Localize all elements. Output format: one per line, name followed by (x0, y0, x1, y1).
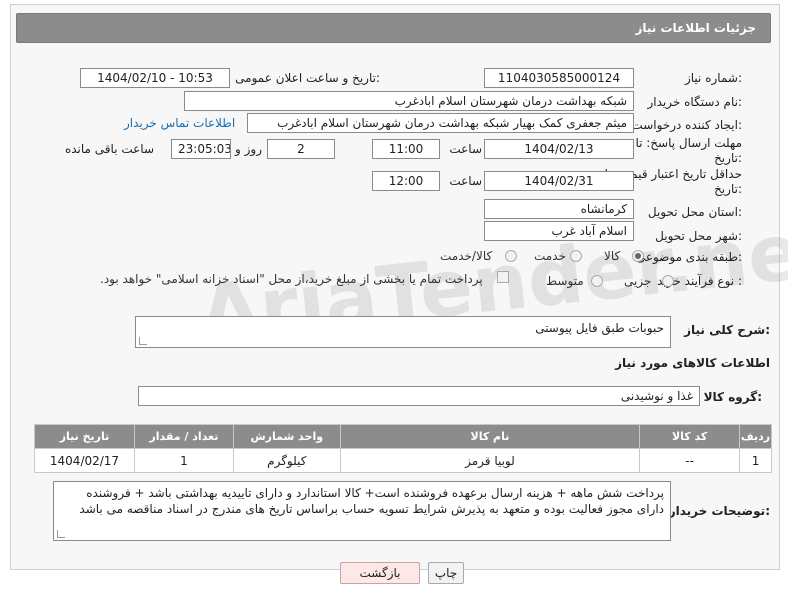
cell-need-date: 1404/02/17 (34, 448, 135, 473)
treasury-payment-note: پرداخت تمام یا بخشی از مبلغ خرید،از محل … (100, 272, 483, 286)
col-header-unit: واحد شمارش (232, 424, 341, 449)
process-radio-medium[interactable] (591, 275, 603, 287)
buyer-notes-text: پرداخت شش ماهه + هزینه ارسال برعهده فروش… (79, 486, 664, 516)
cell-row-number: 1 (739, 448, 772, 473)
goods-group-label: گروه کالا: (703, 390, 762, 404)
buyer-org-label: نام دستگاه خریدار: (647, 95, 743, 109)
category-option-goods: کالا (604, 249, 621, 263)
category-radio-service[interactable] (570, 250, 582, 262)
category-option-service: خدمت (534, 249, 566, 263)
announce-field: 1404/02/10 - 10:53 (80, 68, 230, 88)
goods-group-field: غذا و نوشیدنی (138, 386, 700, 406)
days-label: روز و (235, 142, 262, 156)
city-field: اسلام آباد غرب (484, 221, 634, 241)
creator-label: ایجاد کننده درخواست: (631, 118, 742, 132)
print-button[interactable]: چاپ (428, 562, 464, 584)
goods-section-title: اطلاعات کالاهای مورد نیاز (615, 356, 770, 370)
description-textarea: حبوبات طبق فایل پیوستی (135, 316, 671, 348)
price-date-field: 1404/02/31 (484, 171, 634, 191)
header-bar: جزئیات اطلاعات نیاز (16, 13, 771, 43)
province-field: کرمانشاه (484, 199, 634, 219)
category-label: طبقه بندی موضوعی: (635, 250, 742, 264)
need-number-label: شماره نیاز: (684, 71, 742, 85)
creator-field: میثم جعفری کمک بهیار شبکه بهداشت درمان ش… (247, 113, 634, 133)
page-title: جزئیات اطلاعات نیاز (635, 21, 756, 35)
col-header-item-code: کد کالا (639, 424, 741, 449)
cell-item-code: -- (639, 448, 741, 473)
process-option-minor: جزیی (624, 274, 652, 288)
process-radio-minor[interactable] (662, 275, 674, 287)
resize-handle-icon[interactable] (139, 337, 147, 345)
cell-item-name: لوبیا قرمز (339, 448, 641, 473)
table-header-row: ردیف کد کالا نام کالا واحد شمارش تعداد /… (34, 424, 772, 449)
city-label: شهر محل تحویل: (655, 229, 742, 243)
category-radio-goods[interactable] (632, 250, 644, 262)
resize-handle-icon[interactable] (57, 530, 65, 538)
cell-quantity: 1 (133, 448, 234, 473)
price-time-label: ساعت (449, 174, 482, 188)
table-row: 1 -- لوبیا قرمز کیلوگرم 1 1404/02/17 (34, 448, 772, 473)
col-header-item-name: نام کالا (339, 424, 641, 449)
price-time-field: 12:00 (372, 171, 440, 191)
description-label: شرح کلی نیاز: (684, 323, 770, 337)
description-text: حبوبات طبق فایل پیوستی (535, 321, 664, 335)
deadline-time-label: ساعت (449, 142, 482, 156)
deadline-date-field: 1404/02/13 (484, 139, 634, 159)
buyer-notes-label: توضیحات خریدار: (668, 504, 770, 518)
buyer-org-field: شبکه بهداشت درمان شهرستان اسلام ابادغرب (184, 91, 634, 111)
remaining-label: ساعت باقی مانده (64, 142, 154, 156)
treasury-checkbox[interactable] (497, 271, 509, 283)
category-option-both: کالا/خدمت (440, 249, 493, 263)
deadline-time-field: 11:00 (372, 139, 440, 159)
days-field: 2 (267, 139, 335, 159)
province-label: استان محل تحویل: (647, 205, 742, 219)
remaining-time-field: 23:05:03 (171, 139, 231, 159)
cell-unit: کیلوگرم (232, 448, 341, 473)
col-header-need-date: تاریخ نیاز (34, 424, 135, 449)
announce-label: تاریخ و ساعت اعلان عمومی: (235, 71, 380, 85)
buyer-notes-textarea: پرداخت شش ماهه + هزینه ارسال برعهده فروش… (53, 481, 671, 541)
col-header-quantity: تعداد / مقدار (133, 424, 234, 449)
need-number-field: 1104030585000124 (484, 68, 634, 88)
deadline-label: مهلت ارسال پاسخ: تا تاریخ: (635, 136, 742, 165)
goods-table: ردیف کد کالا نام کالا واحد شمارش تعداد /… (34, 424, 772, 473)
contact-buyer-link[interactable]: اطلاعات تماس خریدار (124, 116, 235, 130)
col-header-row-number: ردیف (739, 424, 772, 449)
back-button[interactable]: بازگشت (340, 562, 420, 584)
process-option-medium: متوسط (546, 274, 584, 288)
category-radio-both[interactable] (505, 250, 517, 262)
